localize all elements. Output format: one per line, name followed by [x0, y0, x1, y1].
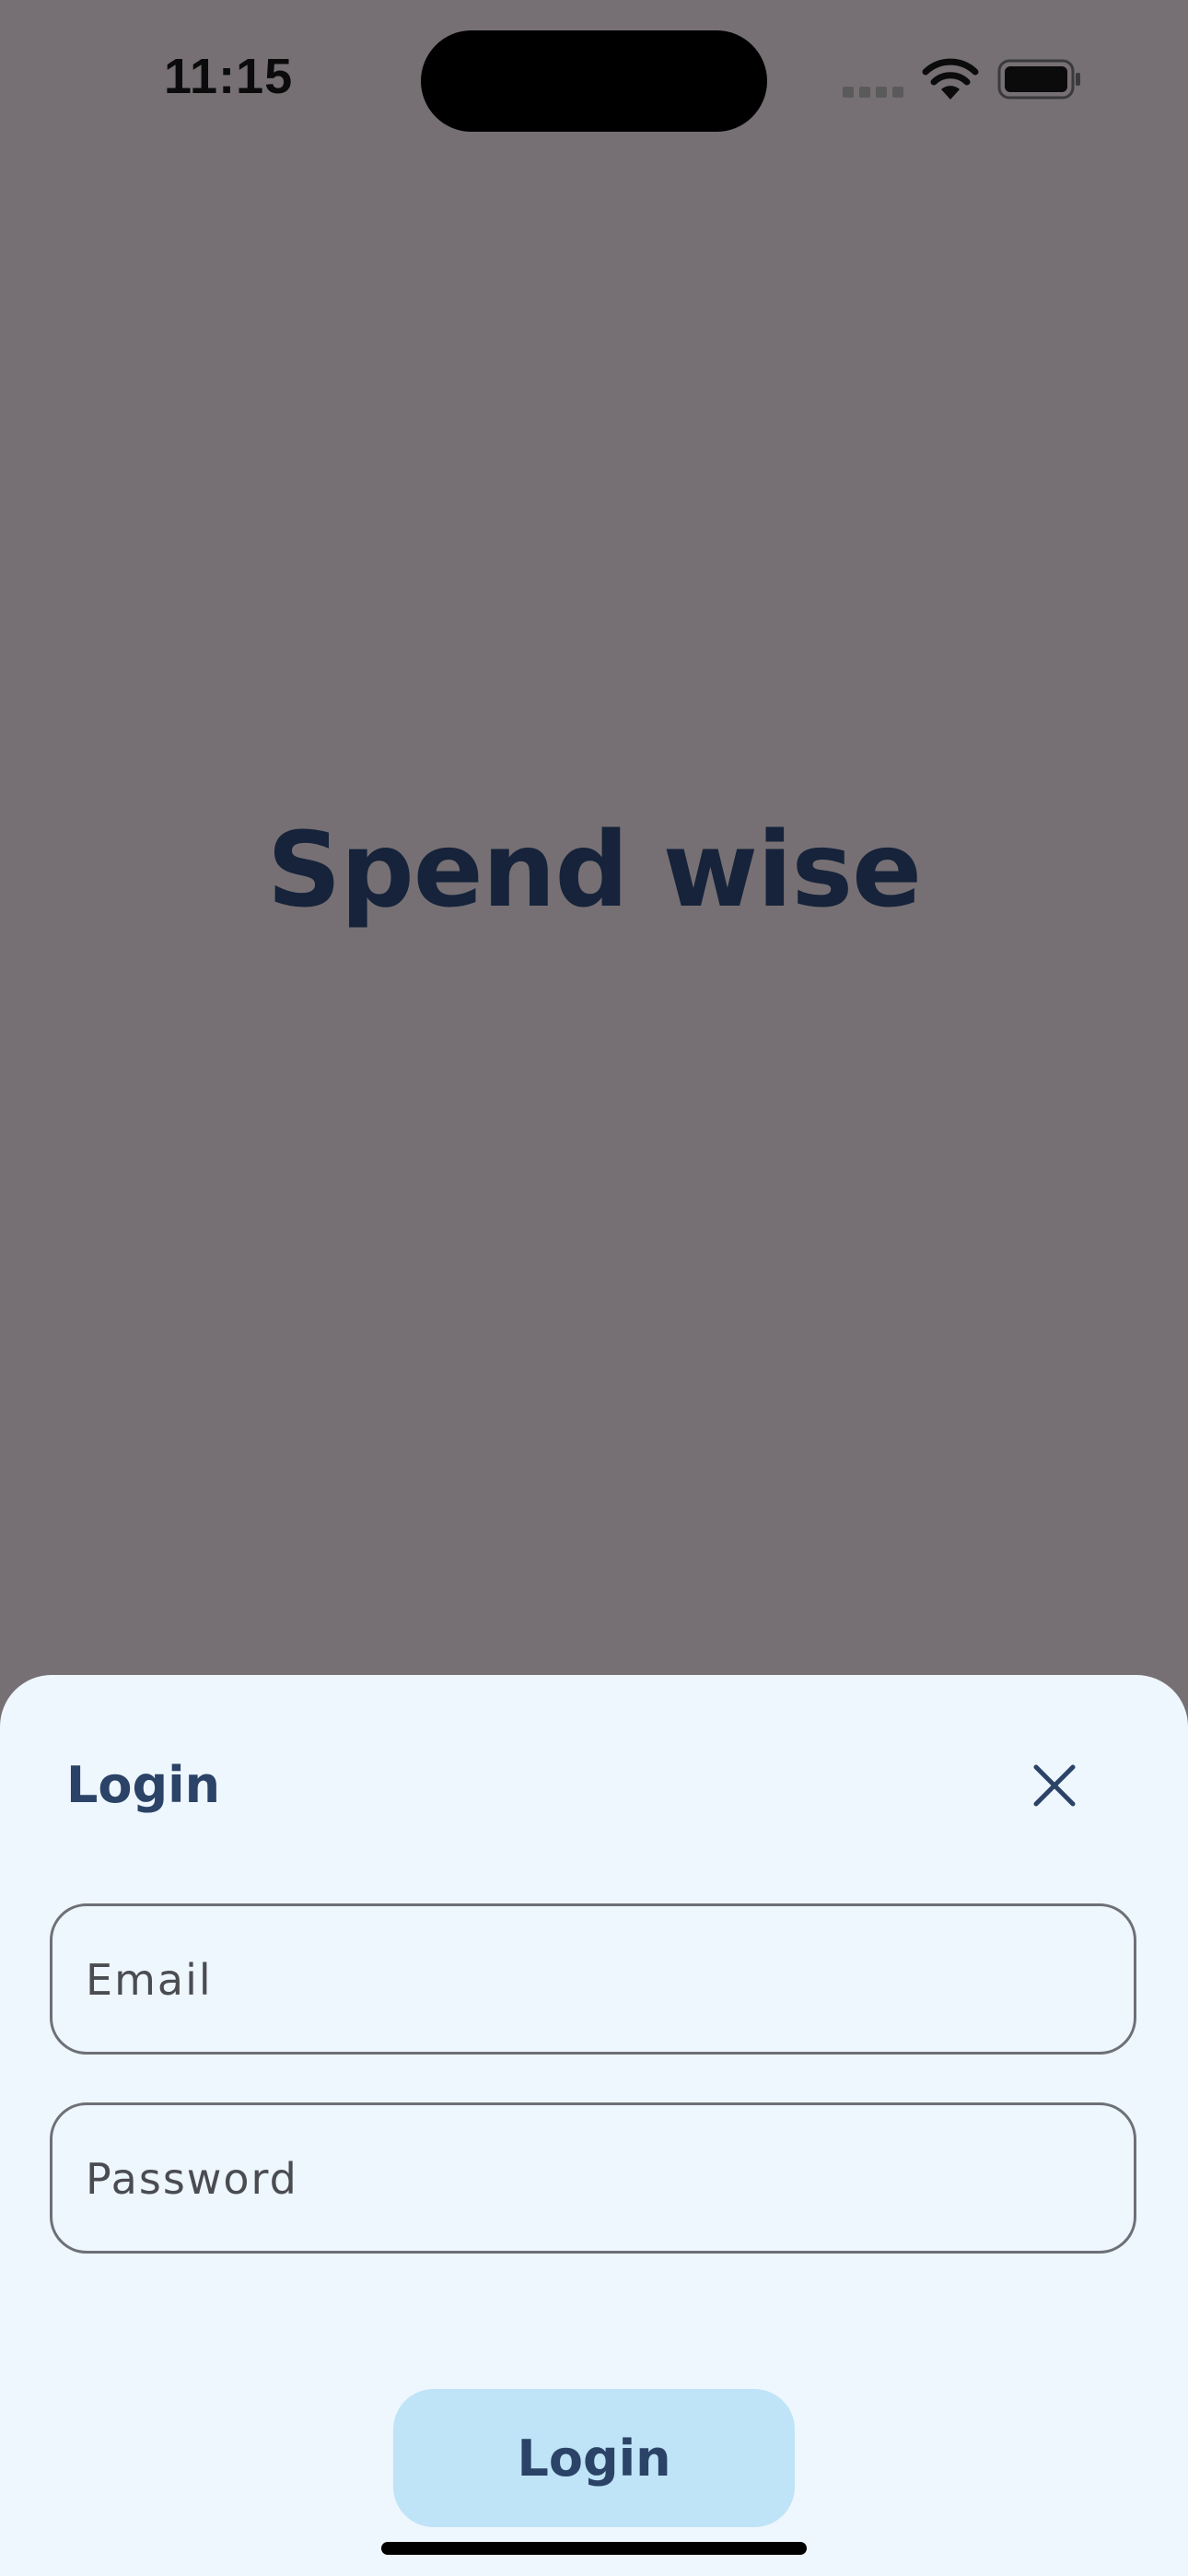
login-sheet: Login Login	[0, 1675, 1188, 2576]
battery-icon	[997, 59, 1080, 100]
password-input[interactable]	[84, 2105, 1101, 2253]
email-field[interactable]	[50, 1903, 1136, 2055]
login-button-label: Login	[517, 2429, 671, 2488]
dynamic-island	[421, 30, 767, 132]
close-icon	[1033, 1764, 1076, 1807]
signal-icon	[843, 87, 905, 98]
app-headline: Spend wise	[266, 811, 922, 931]
login-button[interactable]: Login	[393, 2389, 795, 2527]
home-indicator	[381, 2542, 807, 2555]
close-button[interactable]	[1022, 1753, 1087, 1818]
login-screen: 11:15 Spend wise Login Email Login	[0, 0, 1188, 2576]
email-input[interactable]	[84, 1906, 1101, 2054]
sheet-title: Login	[66, 1756, 221, 1814]
status-time: 11:15	[164, 49, 294, 104]
password-field[interactable]	[50, 2102, 1136, 2254]
status-bar: 11:15	[0, 0, 1188, 157]
wifi-icon	[922, 58, 979, 100]
